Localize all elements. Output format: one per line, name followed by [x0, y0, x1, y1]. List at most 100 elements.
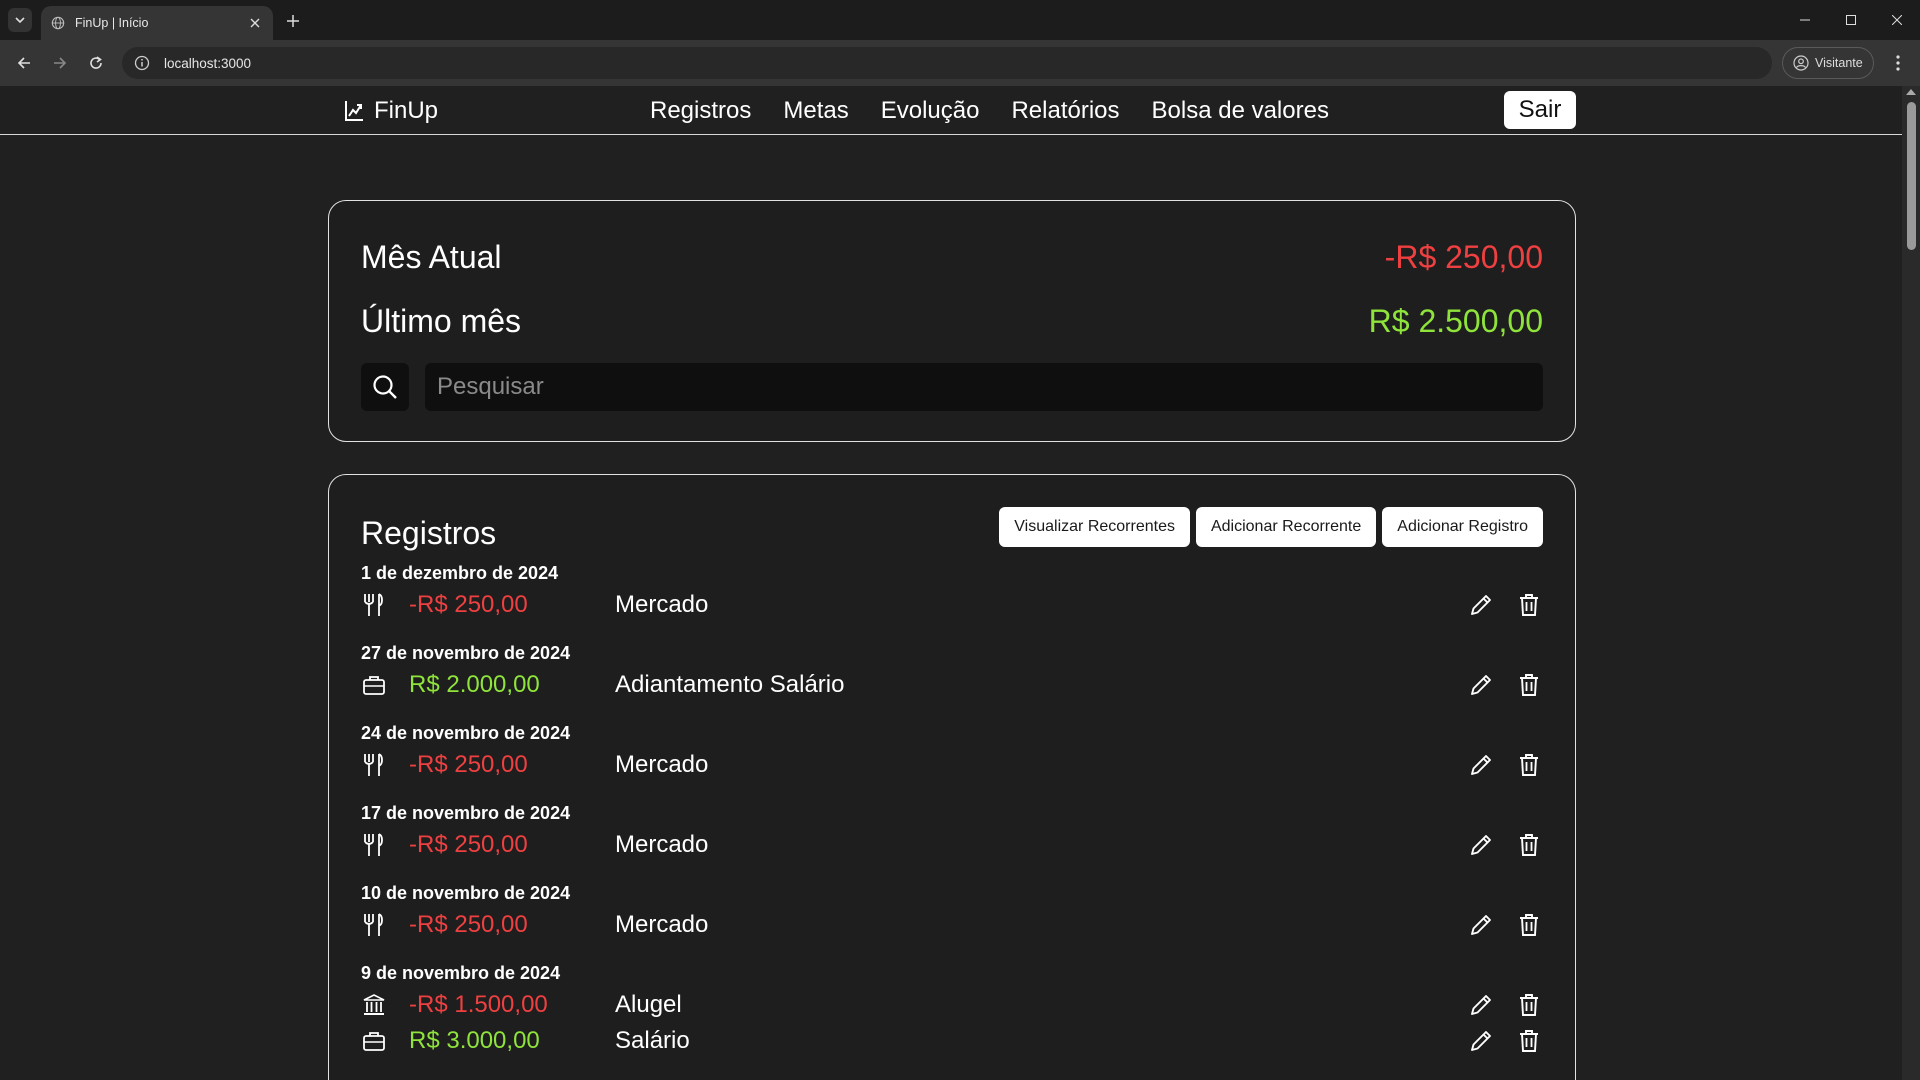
- address-bar[interactable]: localhost:3000: [122, 47, 1772, 79]
- record-group: 27 de novembro de 2024 R$ 2.000,00 Adianta…: [361, 643, 1543, 703]
- maximize-button[interactable]: [1828, 0, 1874, 40]
- record-row[interactable]: -R$ 250,00 Mercado: [361, 587, 1543, 623]
- tab-search-button[interactable]: [8, 8, 32, 32]
- record-row[interactable]: R$ 3.000,00 Salário: [361, 1023, 1543, 1059]
- delete-trash-icon[interactable]: [1515, 591, 1543, 619]
- record-date: 27 de novembro de 2024: [361, 643, 571, 663]
- delete-trash-icon[interactable]: [1515, 1027, 1543, 1055]
- record-row[interactable]: -R$ 250,00 Mercado: [361, 827, 1543, 863]
- record-row[interactable]: -R$ 1.500,00 Alugel: [361, 987, 1543, 1023]
- new-tab-button[interactable]: [282, 10, 304, 32]
- brand-logo[interactable]: FinUp: [344, 97, 438, 125]
- edit-pencil-icon[interactable]: [1467, 671, 1495, 699]
- record-date: 24 de novembro de 2024: [361, 723, 571, 743]
- arrow-left-icon: [17, 57, 30, 69]
- record-group: 24 de novembro de 2024 -R$ 250,00 Mercado: [361, 723, 1543, 783]
- search-input[interactable]: [425, 363, 1543, 411]
- record-amount: -R$ 250,00: [409, 591, 528, 618]
- edit-pencil-icon[interactable]: [1467, 1027, 1495, 1055]
- record-date: 9 de novembro de 2024: [361, 963, 561, 983]
- view-recurring-button[interactable]: Visualizar Recorrentes: [999, 507, 1190, 547]
- record-group: 17 de novembro de 2024 -R$ 250,00 Mercado: [361, 803, 1543, 863]
- nav-link-registros[interactable]: Registros: [650, 97, 751, 125]
- tab-strip: FinUp | Início: [0, 0, 1920, 40]
- current-month-row: Mês Atual -R$ 250,00: [361, 239, 1543, 276]
- records-card: Registros Visualizar Recorrentes Adicion…: [328, 474, 1576, 1080]
- arrow-right-icon: [54, 57, 67, 69]
- forward-button[interactable]: [46, 49, 74, 77]
- delete-trash-icon[interactable]: [1515, 911, 1543, 939]
- summary-card: Mês Atual -R$ 250,00 Último mês R$ 2.500…: [328, 200, 1576, 442]
- record-amount: -R$ 250,00: [409, 831, 528, 858]
- edit-pencil-icon[interactable]: [1467, 991, 1495, 1019]
- chevron-down-icon: [15, 17, 25, 24]
- current-month-label: Mês Atual: [361, 239, 502, 275]
- close-window-button[interactable]: [1874, 0, 1920, 40]
- last-month-row: Último mês R$ 2.500,00: [361, 303, 1543, 340]
- delete-trash-icon[interactable]: [1515, 831, 1543, 859]
- scroll-up-arrow-icon[interactable]: [1906, 89, 1916, 95]
- record-amount: -R$ 250,00: [409, 911, 528, 938]
- close-icon: [1892, 15, 1902, 25]
- record-description: Mercado: [615, 751, 709, 778]
- add-record-button[interactable]: Adicionar Registro: [1382, 507, 1543, 547]
- record-group: 1 de dezembro de 2024 -R$ 250,00 Mercado: [361, 563, 1543, 623]
- search-button[interactable]: [361, 363, 409, 411]
- browser-menu-button[interactable]: [1886, 51, 1910, 75]
- delete-trash-icon[interactable]: [1515, 991, 1543, 1019]
- utensils-icon: [361, 912, 387, 938]
- record-row[interactable]: R$ 2.000,00 Adiantamento Salário: [361, 667, 1543, 703]
- browser-toolbar: localhost:3000 Visitante: [0, 40, 1920, 86]
- chart-line-icon: [345, 101, 363, 121]
- url-text: localhost:3000: [164, 55, 252, 71]
- main-nav: Registros Metas Evolução Relatórios Bols…: [650, 97, 1329, 125]
- scroll-thumb[interactable]: [1907, 102, 1916, 250]
- record-row[interactable]: -R$ 250,00 Mercado: [361, 907, 1543, 943]
- edit-pencil-icon[interactable]: [1467, 591, 1495, 619]
- record-date: 17 de novembro de 2024: [361, 803, 571, 823]
- briefcase-icon: [361, 672, 387, 698]
- nav-link-bolsa[interactable]: Bolsa de valores: [1152, 97, 1329, 125]
- nav-link-evolucao[interactable]: Evolução: [881, 97, 980, 125]
- bank-icon: [361, 992, 387, 1018]
- record-amount: R$ 3.000,00: [409, 1027, 540, 1054]
- record-amount: -R$ 250,00: [409, 751, 528, 778]
- search-icon: [373, 375, 397, 399]
- more-vertical-icon: [1896, 55, 1900, 71]
- add-recurring-button[interactable]: Adicionar Recorrente: [1195, 507, 1377, 547]
- page-scrollbar[interactable]: [1902, 86, 1920, 1080]
- record-date: 10 de novembro de 2024: [361, 883, 571, 903]
- current-month-value: -R$ 250,00: [1384, 239, 1543, 275]
- nav-link-relatorios[interactable]: Relatórios: [1011, 97, 1119, 125]
- info-icon[interactable]: [134, 55, 150, 71]
- record-group: 9 de novembro de 2024 -R$ 1.500,00 Alugel R…: [361, 963, 1543, 1059]
- edit-pencil-icon[interactable]: [1467, 911, 1495, 939]
- record-description: Salário: [615, 1027, 690, 1054]
- delete-trash-icon[interactable]: [1515, 671, 1543, 699]
- user-circle-icon: [1793, 55, 1809, 71]
- tab-title: FinUp | Início: [75, 16, 149, 30]
- close-tab-icon[interactable]: [247, 15, 263, 31]
- edit-pencil-icon[interactable]: [1467, 831, 1495, 859]
- edit-pencil-icon[interactable]: [1467, 751, 1495, 779]
- record-description: Mercado: [615, 591, 709, 618]
- reload-button[interactable]: [82, 49, 110, 77]
- logout-button[interactable]: Sair: [1504, 91, 1576, 129]
- record-group: 10 de novembro de 2024 -R$ 250,00 Mercado: [361, 883, 1543, 943]
- record-description: Alugel: [615, 991, 682, 1018]
- record-row[interactable]: -R$ 250,00 Mercado: [361, 747, 1543, 783]
- record-amount: R$ 2.000,00: [409, 671, 540, 698]
- record-description: Adiantamento Salário: [615, 671, 845, 698]
- back-button[interactable]: [10, 49, 38, 77]
- utensils-icon: [361, 752, 387, 778]
- records-title: Registros: [361, 515, 497, 551]
- browser-tab[interactable]: FinUp | Início: [41, 6, 273, 40]
- profile-button[interactable]: Visitante: [1782, 47, 1874, 79]
- nav-link-metas[interactable]: Metas: [783, 97, 848, 125]
- minimize-icon: [1800, 19, 1810, 21]
- minimize-button[interactable]: [1782, 0, 1828, 40]
- delete-trash-icon[interactable]: [1515, 751, 1543, 779]
- page-viewport: FinUp Registros Metas Evolução Relatório…: [0, 86, 1920, 1080]
- globe-icon: [51, 16, 65, 30]
- record-description: Mercado: [615, 911, 709, 938]
